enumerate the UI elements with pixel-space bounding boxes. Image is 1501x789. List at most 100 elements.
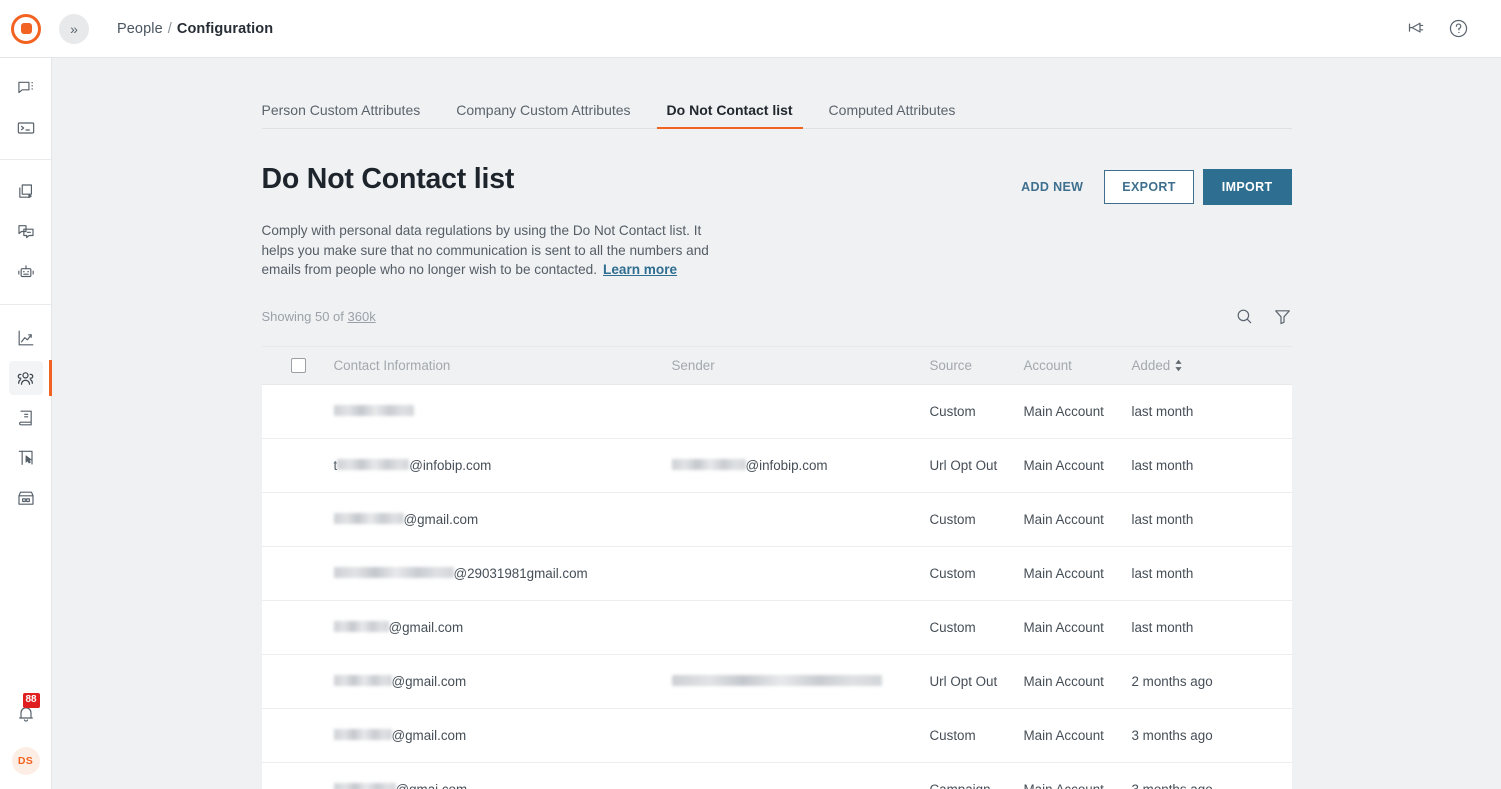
cell-account: Main Account xyxy=(1024,620,1132,635)
sort-by-added[interactable]: Added xyxy=(1132,358,1184,373)
select-all-checkbox[interactable] xyxy=(291,358,306,373)
table-row[interactable]: @gmail.comCustomMain Accountlast month xyxy=(262,601,1292,655)
tab-bar: Person Custom Attributes Company Custom … xyxy=(262,92,1292,129)
sidebar-item-broadcast[interactable] xyxy=(9,175,43,209)
table-row[interactable]: t@infobip.com@infobip.comUrl Opt OutMain… xyxy=(262,439,1292,493)
sidebar-item-forms[interactable] xyxy=(9,441,43,475)
cell-account: Main Account xyxy=(1024,728,1132,743)
content-container: Person Custom Attributes Company Custom … xyxy=(262,58,1292,789)
cell-account: Main Account xyxy=(1024,458,1132,473)
top-bar-actions xyxy=(1406,18,1501,39)
table-row[interactable]: @gmail.comCustomMain Account3 months ago xyxy=(262,709,1292,763)
total-records-link[interactable]: 360k xyxy=(348,309,376,324)
learn-more-link[interactable]: Learn more xyxy=(603,262,677,277)
sidebar-item-answers-bot[interactable] xyxy=(9,255,43,289)
cell-source: Custom xyxy=(930,512,1024,527)
cell-contact-information: @gmail.com xyxy=(334,674,672,689)
contact-domain-suffix: @29031981gmail.com xyxy=(454,566,588,581)
nav-group-messaging xyxy=(0,159,51,304)
page-header-actions: ADD NEW EXPORT IMPORT xyxy=(1009,163,1291,205)
avatar[interactable]: DS xyxy=(12,747,40,775)
cell-source: Url Opt Out xyxy=(930,674,1024,689)
export-button[interactable]: EXPORT xyxy=(1104,170,1194,204)
tab-do-not-contact-list[interactable]: Do Not Contact list xyxy=(667,102,793,128)
contact-domain-suffix: @gmail.com xyxy=(389,620,464,635)
table-row[interactable]: @gmai.comCampaignMain Account3 months ag… xyxy=(262,763,1292,789)
sender-domain-suffix: @infobip.com xyxy=(746,458,828,473)
help-question-icon[interactable] xyxy=(1448,18,1469,39)
tab-person-custom-attributes[interactable]: Person Custom Attributes xyxy=(262,102,421,128)
app-logo[interactable] xyxy=(0,14,52,44)
select-all-cell xyxy=(262,358,334,373)
table-row[interactable]: @gmail.com Url Opt OutMain Account2 month… xyxy=(262,655,1292,709)
body-wrapper: 88 DS Person Custom Attributes Company C… xyxy=(0,58,1501,789)
column-header-account[interactable]: Account xyxy=(1024,358,1132,373)
column-header-contact-information[interactable]: Contact Information xyxy=(334,358,672,373)
sidebar-item-templates[interactable] xyxy=(9,215,43,249)
contact-domain-suffix: @infobip.com xyxy=(409,458,491,473)
redacted-contact-text xyxy=(334,783,396,789)
infobip-logo-icon xyxy=(11,14,41,44)
sidebar-item-people[interactable] xyxy=(9,361,43,395)
table-header-row: Contact Information Sender Source Accoun… xyxy=(262,347,1292,385)
sidebar-item-content[interactable] xyxy=(9,401,43,435)
sort-updown-icon xyxy=(1174,359,1183,372)
redacted-contact-text xyxy=(334,621,389,632)
cell-account: Main Account xyxy=(1024,674,1132,689)
top-bar: » People / Configuration xyxy=(0,0,1501,58)
sidebar-item-console[interactable] xyxy=(9,111,43,145)
nav-group-communication xyxy=(0,58,51,159)
sidebar-bottom: 88 DS xyxy=(0,697,51,789)
cell-source: Custom xyxy=(930,566,1024,581)
cell-contact-information: @gmai.com xyxy=(334,782,672,789)
table-row[interactable]: @gmail.com CustomMain Accountlast month xyxy=(262,493,1292,547)
breadcrumb-separator: / xyxy=(168,21,172,37)
filter-funnel-icon[interactable] xyxy=(1273,307,1292,326)
table-row[interactable]: @29031981gmail.com CustomMain Accountlast… xyxy=(262,547,1292,601)
cell-added: last month xyxy=(1132,620,1292,635)
cell-sender xyxy=(672,674,930,689)
double-chevron-right-icon[interactable]: » xyxy=(59,14,89,44)
cell-added: last month xyxy=(1132,404,1292,419)
redacted-sender-text xyxy=(672,459,746,470)
application-root: » People / Configuration xyxy=(0,0,1501,789)
left-navigation: 88 DS xyxy=(0,58,52,789)
breadcrumb-parent[interactable]: People xyxy=(117,21,163,37)
showing-count-text: Showing 50 of 360k xyxy=(262,309,376,324)
expand-glyph: » xyxy=(70,22,78,36)
cell-account: Main Account xyxy=(1024,566,1132,581)
cell-source: Custom xyxy=(930,728,1024,743)
main-content-area: Person Custom Attributes Company Custom … xyxy=(52,58,1501,789)
sidebar-item-storefront[interactable] xyxy=(9,481,43,515)
contact-domain-suffix: @gmail.com xyxy=(404,512,479,527)
search-magnifier-icon[interactable] xyxy=(1235,307,1254,326)
cell-added: last month xyxy=(1132,566,1292,581)
table-row[interactable]: CustomMain Accountlast month xyxy=(262,385,1292,439)
tab-company-custom-attributes[interactable]: Company Custom Attributes xyxy=(456,102,630,128)
column-header-sender[interactable]: Sender xyxy=(672,358,930,373)
announcement-megaphone-icon[interactable] xyxy=(1406,18,1427,39)
cell-account: Main Account xyxy=(1024,782,1132,789)
redacted-contact-text xyxy=(337,459,409,470)
cell-source: Custom xyxy=(930,404,1024,419)
bell-notification-icon[interactable]: 88 xyxy=(9,697,43,731)
redacted-sender-text xyxy=(672,675,882,686)
cell-contact-information: @gmail.com xyxy=(334,512,672,527)
tab-computed-attributes[interactable]: Computed Attributes xyxy=(829,102,956,128)
page-description: Comply with personal data regulations by… xyxy=(262,221,714,280)
sidebar-item-analyze[interactable] xyxy=(9,321,43,355)
column-header-source[interactable]: Source xyxy=(930,358,1024,373)
cell-sender: @infobip.com xyxy=(672,458,930,473)
add-new-button[interactable]: ADD NEW xyxy=(1009,171,1095,203)
cell-added: 2 months ago xyxy=(1132,674,1292,689)
sidebar-item-conversations[interactable] xyxy=(9,71,43,105)
showing-prefix: Showing 50 of xyxy=(262,309,348,324)
contact-domain-suffix: @gmai.com xyxy=(396,782,468,789)
import-button[interactable]: IMPORT xyxy=(1203,169,1292,205)
cell-contact-information: @29031981gmail.com xyxy=(334,566,672,581)
list-tools xyxy=(1235,307,1292,326)
cell-added: 3 months ago xyxy=(1132,782,1292,789)
cell-account: Main Account xyxy=(1024,512,1132,527)
column-header-added[interactable]: Added xyxy=(1132,358,1292,373)
cell-added: last month xyxy=(1132,512,1292,527)
